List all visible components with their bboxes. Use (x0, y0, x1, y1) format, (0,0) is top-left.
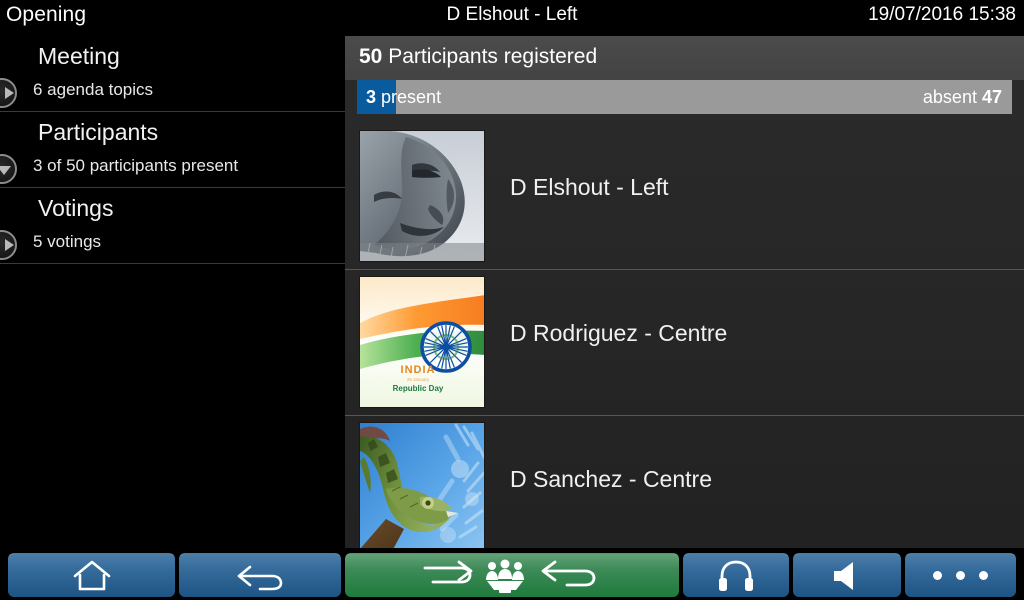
top-status-bar: Opening D Elshout - Left 19/07/2016 15:3… (0, 0, 1024, 36)
stone-face-sculpture-photo (359, 130, 485, 262)
sidebar-empty-area (0, 300, 345, 548)
back-button[interactable] (179, 553, 341, 597)
registered-count: 50 (359, 45, 383, 68)
attendance-progress-bar: 3 present absent 47 (357, 80, 1012, 114)
svg-text:INDIA: INDIA (401, 364, 436, 376)
svg-text:26 January: 26 January (407, 377, 430, 382)
app-root: Opening D Elshout - Left 19/07/2016 15:3… (0, 0, 1024, 600)
home-icon (73, 560, 110, 590)
home-button[interactable] (8, 553, 175, 597)
present-label: present (381, 87, 442, 107)
participants-panel: 50 Participants registered 3 present abs… (345, 36, 1024, 548)
participants-header-text: 50 Participants registered (359, 45, 597, 69)
table-row[interactable]: D Sanchez - Centre (345, 416, 1024, 548)
participant-name: D Elshout - Left (510, 174, 669, 200)
absent-count: 47 (981, 87, 1002, 107)
sidebar-item-participants-subtitle: 3 of 50 participants present (33, 156, 239, 175)
headphones-button[interactable] (683, 553, 789, 597)
present-count: 3 (366, 87, 377, 107)
volume-button[interactable] (793, 553, 901, 597)
sidebar-item-meeting-title: Meeting (38, 43, 120, 69)
speak-queue-group-icon (423, 559, 596, 593)
sidebar: Meeting 6 agenda topics Participants 3 o… (0, 36, 345, 548)
bottom-toolbar (0, 548, 1024, 600)
speaker-icon (834, 561, 853, 590)
sidebar-item-participants[interactable]: Participants 3 of 50 participants presen… (0, 112, 345, 188)
registered-label: Participants registered (388, 45, 598, 68)
sidebar-item-meeting-subtitle: 6 agenda topics (33, 80, 154, 99)
participant-name: D Rodriguez - Centre (510, 320, 728, 346)
headphones-icon (719, 560, 753, 591)
back-arrow-icon (237, 565, 283, 590)
chevron-right-circle-icon[interactable] (0, 78, 17, 108)
table-row[interactable]: D Elshout - Left (345, 124, 1024, 270)
datetime-label: 19/07/2016 15:38 (868, 4, 1016, 25)
chevron-down-circle-icon[interactable] (0, 154, 17, 184)
chevron-right-circle-icon[interactable] (0, 230, 17, 260)
india-republic-day-flag-photo: INDIA 26 January Republic Day (359, 276, 485, 408)
participants-list[interactable]: D Elshout - Left INDIA 26 January Republ… (345, 124, 1024, 548)
sidebar-item-votings-title: Votings (38, 195, 114, 221)
absent-label-group: absent 47 (923, 87, 1002, 108)
sidebar-item-votings-subtitle: 5 votings (33, 232, 102, 251)
more-options-button[interactable] (905, 553, 1016, 597)
svg-text:Republic Day: Republic Day (393, 384, 444, 393)
sidebar-item-participants-title: Participants (38, 119, 159, 145)
request-to-speak-button[interactable] (345, 553, 679, 597)
participant-name: D Sanchez - Centre (510, 466, 712, 492)
table-row[interactable]: INDIA 26 January Republic Day D Rodrigue… (345, 270, 1024, 416)
sidebar-item-meeting[interactable]: Meeting 6 agenda topics (0, 36, 345, 112)
present-label-group: 3 present (366, 87, 441, 108)
absent-label: absent (922, 87, 977, 107)
participants-header: 50 Participants registered (345, 36, 1024, 80)
green-iguana-photo (359, 422, 485, 548)
sidebar-item-votings[interactable]: Votings 5 votings (0, 188, 345, 264)
ellipsis-icon (933, 571, 988, 580)
